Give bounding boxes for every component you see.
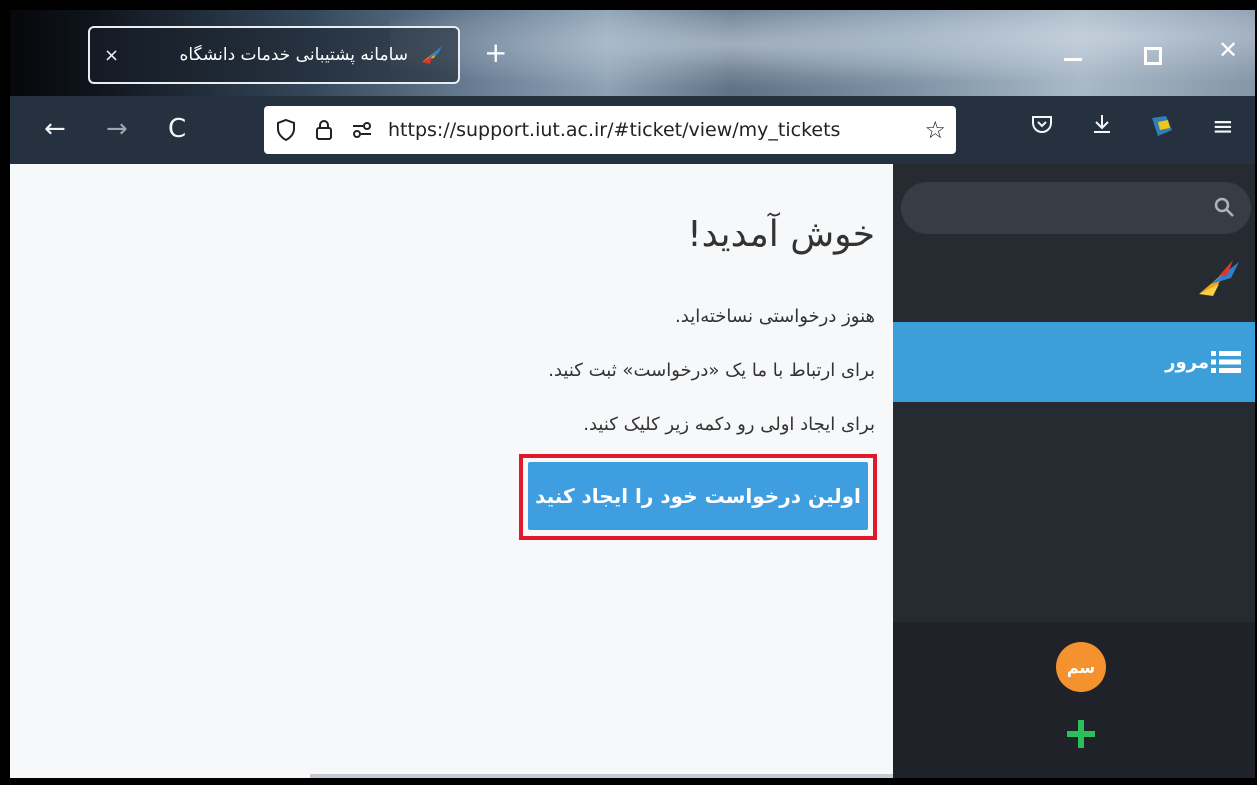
title-bar: سامانه پشتیبانی خدمات دانشگاه × + ✕ — [10, 10, 1255, 96]
app-logo-icon[interactable] — [1197, 256, 1241, 300]
address-bar[interactable]: https://support.iut.ac.ir/#ticket/view/m… — [264, 106, 956, 154]
search-icon[interactable] — [1213, 196, 1235, 218]
browser-tab[interactable]: سامانه پشتیبانی خدمات دانشگاه × — [88, 26, 460, 84]
new-tab-button[interactable]: + — [484, 38, 507, 68]
bookmark-star-icon[interactable]: ☆ — [924, 116, 946, 144]
avatar[interactable]: سم — [1056, 642, 1106, 692]
sidebar-item-label: مرور — [1165, 351, 1209, 373]
shield-icon — [277, 118, 295, 142]
extension-icon[interactable] — [1148, 112, 1176, 140]
pocket-icon[interactable] — [1030, 112, 1054, 136]
forward-button[interactable]: → — [106, 114, 128, 144]
no-tickets-text: هنوز درخواستی نساخته‌اید. — [675, 306, 875, 327]
list-icon — [1211, 351, 1241, 373]
contact-hint-text: برای ارتباط با ما یک «درخواست» ثبت کنید. — [548, 360, 875, 381]
url-text[interactable]: https://support.iut.ac.ir/#ticket/view/m… — [388, 119, 924, 141]
create-hint-text: برای ایجاد اولی رو دکمه زیر کلیک کنید. — [583, 414, 875, 435]
create-first-ticket-button[interactable]: اولین درخواست خود را ایجاد کنید — [528, 462, 868, 530]
add-icon[interactable] — [1065, 718, 1097, 750]
menu-icon[interactable]: ≡ — [1212, 112, 1234, 142]
permissions-icon[interactable] — [350, 118, 374, 142]
download-icon[interactable] — [1090, 112, 1114, 136]
page-title: خوش آمدید! — [687, 214, 875, 255]
close-window-button[interactable]: ✕ — [1218, 36, 1238, 64]
reload-button[interactable]: C — [168, 114, 186, 144]
navigation-toolbar: ← → C https://support.iut.ac.ir/#ticket/… — [10, 96, 1255, 164]
search-field[interactable] — [901, 182, 1251, 234]
lock-icon — [316, 120, 332, 140]
maximize-button[interactable] — [1144, 47, 1162, 65]
main-content: خوش آمدید! هنوز درخواستی نساخته‌اید. برا… — [10, 164, 893, 778]
back-button[interactable]: ← — [44, 114, 66, 144]
sidebar: مرور سم — [893, 164, 1255, 778]
minimize-button[interactable] — [1064, 38, 1086, 68]
sidebar-footer: سم — [893, 622, 1255, 778]
tab-title: سامانه پشتیبانی خدمات دانشگاه — [179, 45, 408, 65]
browser-window: سامانه پشتیبانی خدمات دانشگاه × + ✕ ← → … — [10, 10, 1255, 778]
site-logo-icon — [422, 46, 442, 64]
sidebar-item-overview[interactable]: مرور — [893, 322, 1255, 402]
horizontal-scrollbar[interactable] — [310, 774, 893, 778]
tab-close-icon[interactable]: × — [104, 45, 119, 66]
